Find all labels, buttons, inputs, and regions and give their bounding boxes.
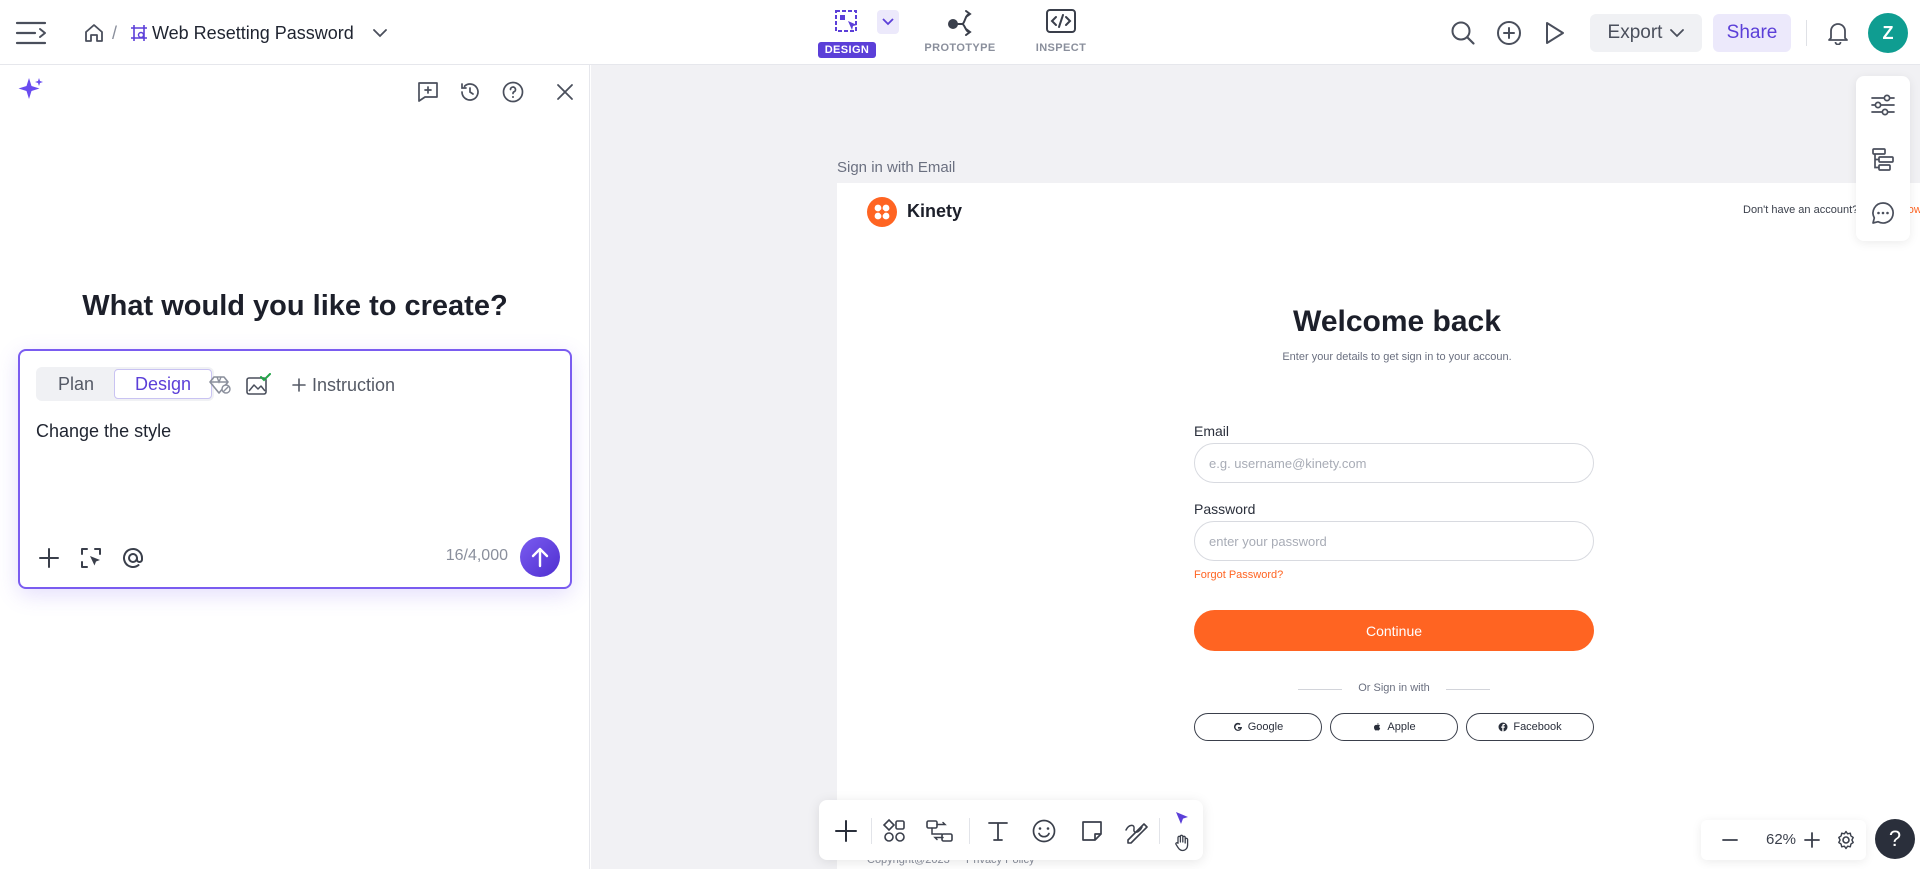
design-mode-icon	[835, 10, 857, 32]
export-label: Export	[1607, 22, 1663, 43]
design-frame[interactable]: Kinety Don't have an account? Sign up no…	[837, 183, 1920, 869]
style-gem-icon[interactable]	[206, 371, 234, 399]
mode-segmented-control: Plan Design	[36, 367, 215, 401]
tab-prototype-label: PROTOTYPE	[924, 42, 996, 54]
frame-label[interactable]: Sign in with Email	[837, 159, 955, 176]
character-count: 16/4,000	[445, 547, 508, 564]
pen-tool-icon[interactable]	[1121, 814, 1155, 848]
apple-button[interactable]: Apple	[1330, 713, 1458, 741]
or-sign-in-text: Or Sign in with	[1358, 682, 1430, 694]
brand-name: Kinety	[907, 201, 963, 221]
email-field[interactable]: e.g. username@kinety.com	[1194, 443, 1594, 483]
right-tool-strip	[1856, 76, 1910, 241]
menu-icon[interactable]	[14, 16, 48, 50]
facebook-label: Facebook	[1513, 721, 1562, 733]
tab-inspect-label: INSPECT	[1035, 42, 1087, 54]
signup-prompt-text: Don't have an account?	[1743, 204, 1859, 216]
forgot-password-link[interactable]: Forgot Password?	[1194, 569, 1283, 581]
send-button[interactable]	[520, 537, 560, 577]
kinety-logo-icon	[867, 197, 897, 227]
help-circle-icon[interactable]	[499, 78, 527, 106]
zoom-out-icon[interactable]	[1715, 825, 1745, 855]
avatar[interactable]: Z	[1868, 13, 1908, 53]
password-label: Password	[1194, 501, 1256, 517]
code-icon	[1046, 9, 1076, 33]
arrow-up-icon	[531, 547, 549, 568]
breadcrumb-separator: /	[112, 22, 118, 43]
select-element-icon[interactable]	[76, 543, 106, 573]
add-instruction-button[interactable]: Instruction	[292, 371, 395, 399]
zoom-in-icon[interactable]	[1797, 825, 1827, 855]
tab-inspect[interactable]: INSPECT	[1016, 6, 1106, 54]
flow-icon[interactable]	[923, 814, 957, 848]
play-icon[interactable]	[1540, 19, 1568, 47]
prompt-input[interactable]: Change the style	[36, 421, 171, 442]
image-check-icon[interactable]	[244, 371, 272, 399]
tab-design-label: DESIGN	[817, 42, 877, 58]
bottom-toolbar	[819, 800, 1203, 860]
prompt-box: Plan Design Instruction Change the style…	[18, 349, 572, 589]
add-plus-icon[interactable]	[829, 814, 863, 848]
search-icon[interactable]	[1449, 19, 1477, 47]
add-circle-icon[interactable]	[1495, 19, 1523, 47]
attach-plus-icon[interactable]	[34, 543, 64, 573]
divider-right	[1446, 689, 1490, 690]
tab-design-prompt[interactable]: Design	[114, 369, 213, 399]
bell-icon[interactable]	[1824, 19, 1852, 47]
facebook-button[interactable]: Facebook	[1466, 713, 1594, 741]
zoom-control: 62%	[1701, 820, 1866, 860]
tab-prototype[interactable]: PROTOTYPE	[915, 6, 1005, 54]
apple-icon	[1374, 723, 1381, 731]
design-options-button[interactable]	[877, 10, 899, 34]
toolbar-divider	[1159, 818, 1160, 844]
settings-gear-icon[interactable]	[1831, 825, 1861, 855]
history-icon[interactable]	[456, 78, 484, 106]
components-icon[interactable]	[877, 814, 911, 848]
welcome-title: Welcome back	[1293, 305, 1501, 338]
layers-tree-icon[interactable]	[1856, 132, 1910, 186]
text-tool-icon[interactable]	[981, 814, 1015, 848]
share-button[interactable]: Share	[1713, 14, 1791, 52]
home-icon[interactable]	[82, 21, 106, 45]
tab-plan[interactable]: Plan	[38, 369, 114, 399]
ai-assistant-panel: What would you like to create? Plan Desi…	[0, 65, 590, 869]
export-button[interactable]: Export	[1590, 14, 1702, 52]
welcome-subtitle: Enter your details to get sign in to you…	[1282, 351, 1512, 363]
cursor-icon[interactable]	[1171, 808, 1193, 828]
plus-icon	[292, 378, 306, 392]
toolbar-divider	[969, 818, 970, 844]
emoji-icon[interactable]	[1027, 814, 1061, 848]
chevron-down-icon	[882, 18, 894, 26]
chevron-down-icon[interactable]	[370, 22, 390, 44]
google-button[interactable]: Google	[1194, 713, 1322, 741]
new-chat-icon[interactable]	[414, 78, 442, 106]
frame-icon	[128, 22, 150, 44]
facebook-icon	[1498, 722, 1508, 732]
mention-icon[interactable]	[118, 543, 148, 573]
panel-heading: What would you like to create?	[82, 290, 508, 322]
top-bar: / Web Resetting Password DESIGN PROTOTYP…	[0, 0, 1920, 65]
toolbar-divider	[871, 818, 872, 844]
help-button[interactable]: ?	[1875, 819, 1915, 859]
comment-icon[interactable]	[1856, 186, 1910, 240]
hand-icon[interactable]	[1171, 832, 1193, 854]
prototype-icon	[948, 10, 972, 36]
email-label: Email	[1194, 423, 1230, 439]
instruction-label: Instruction	[312, 374, 396, 395]
file-title[interactable]: Web Resetting Password	[152, 20, 354, 46]
google-icon	[1233, 722, 1242, 731]
password-field[interactable]: enter your password	[1194, 521, 1594, 561]
chevron-down-icon	[1670, 29, 1685, 38]
sticky-note-icon[interactable]	[1075, 814, 1109, 848]
google-label: Google	[1247, 721, 1284, 733]
close-icon[interactable]	[551, 78, 579, 106]
apple-label: Apple	[1387, 721, 1416, 733]
continue-button[interactable]: Continue	[1194, 610, 1594, 651]
header-divider	[1806, 20, 1807, 46]
sparkle-icon	[16, 75, 46, 105]
sliders-icon[interactable]	[1856, 78, 1910, 132]
